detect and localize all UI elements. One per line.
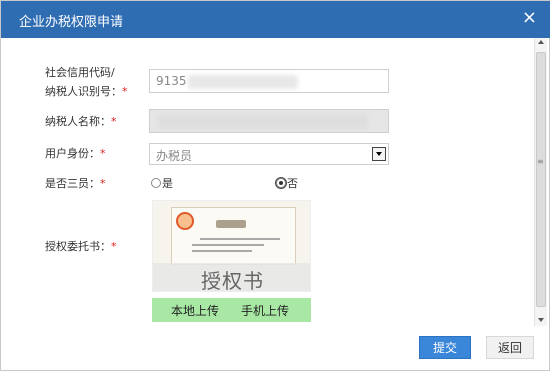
identity-label: 用户身份：* — [45, 147, 106, 160]
scrollbar-thumb[interactable] — [536, 52, 546, 307]
close-icon[interactable]: × — [522, 8, 537, 28]
chevron-down-icon[interactable] — [372, 147, 386, 161]
redacted-region — [158, 114, 368, 129]
upload-bar: 本地上传 手机上传 — [152, 298, 311, 322]
dialog: 企业办税权限申请 × ≡ 社会信用代码/ 纳税人识别号：* 9135 纳税人名称… — [0, 0, 550, 371]
auth-letter-preview[interactable]: 授权书 — [152, 200, 311, 292]
title-bar: 企业办税权限申请 × — [1, 1, 550, 38]
certificate-line — [192, 250, 252, 252]
certificate-image — [171, 207, 296, 265]
credit-code-label: 社会信用代码/ — [45, 66, 115, 79]
scroll-up-icon[interactable] — [538, 40, 544, 44]
submit-button[interactable]: 提交 — [419, 336, 471, 359]
seal-icon — [176, 212, 194, 230]
dialog-title: 企业办税权限申请 — [19, 15, 124, 30]
radio-yes[interactable]: 是 — [151, 177, 173, 191]
identity-value: 办税员 — [156, 149, 193, 163]
scroll-down-icon[interactable] — [538, 318, 544, 322]
taxpayer-name-label: 纳税人名称：* — [45, 115, 117, 128]
credit-code-label-line2: 纳税人识别号：* — [45, 85, 128, 98]
preview-caption: 授权书 — [201, 269, 264, 292]
credit-code-value: 9135 — [156, 74, 187, 88]
upload-mobile-button[interactable]: 手机上传 — [241, 302, 289, 319]
upload-local-button[interactable]: 本地上传 — [171, 302, 219, 319]
radio-circle-checked-icon[interactable] — [276, 178, 286, 188]
auth-letter-label: 授权委托书：* — [45, 240, 117, 253]
identity-select[interactable]: 办税员 — [149, 143, 389, 165]
scroll-grip-icon: ≡ — [537, 157, 544, 166]
vertical-scrollbar[interactable]: ≡ — [534, 38, 547, 326]
radio-circle-icon[interactable] — [151, 178, 161, 188]
radio-no[interactable]: 否 — [276, 177, 298, 191]
certificate-line — [200, 238, 280, 240]
taxpayer-name-input[interactable] — [149, 109, 389, 133]
back-button[interactable]: 返回 — [486, 336, 534, 359]
certificate-line — [192, 244, 264, 246]
certificate-heading — [216, 220, 246, 228]
credit-code-input[interactable]: 9135 — [149, 69, 389, 93]
redacted-region — [188, 75, 298, 89]
three-member-label: 是否三员：* — [45, 177, 106, 190]
